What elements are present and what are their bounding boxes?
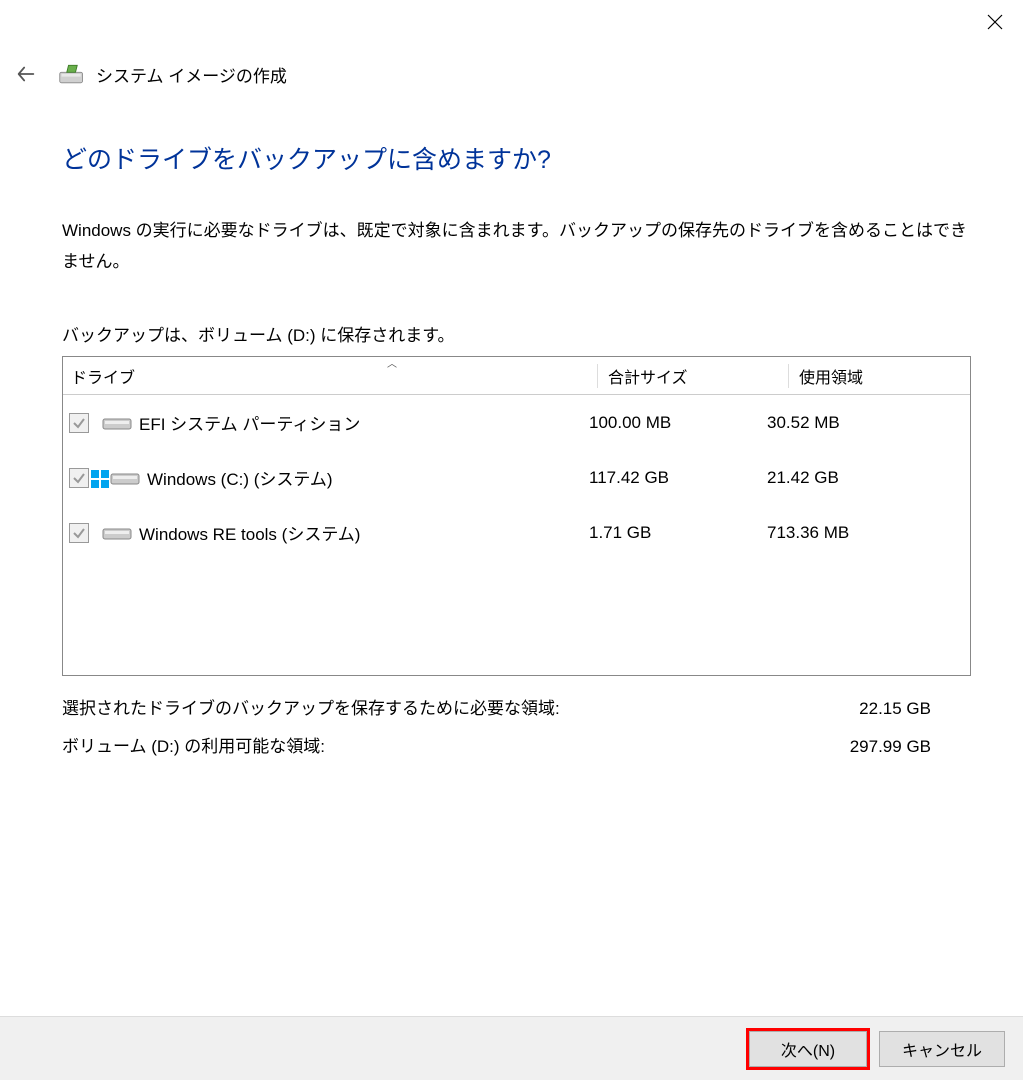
check-icon <box>72 416 86 430</box>
title-wrap: システム イメージの作成 <box>58 60 287 88</box>
back-arrow-icon <box>15 63 37 85</box>
close-button[interactable] <box>985 12 1005 32</box>
checkbox-disabled <box>69 468 89 488</box>
check-icon <box>72 471 86 485</box>
save-location-note: バックアップは、ボリューム (D:) に保存されます。 <box>62 321 971 346</box>
checkbox-disabled <box>69 523 89 543</box>
summary: 選択されたドライブのバックアップを保存するために必要な領域: 22.15 GB … <box>62 690 971 765</box>
drive-name: Windows (C:) (システム) <box>147 465 589 490</box>
next-button[interactable]: 次へ(N) <box>749 1031 867 1067</box>
drive-total: 117.42 GB <box>589 468 767 488</box>
drive-icon-system <box>95 468 147 488</box>
footer: 次へ(N) キャンセル <box>0 1016 1023 1080</box>
description: Windows の実行に必要なドライブは、既定で対象に含まれます。バックアップの… <box>62 216 971 277</box>
header: システム イメージの作成 <box>14 60 287 88</box>
summary-required-value: 22.15 GB <box>859 690 971 727</box>
page-headline: どのドライブをバックアップに含めますか? <box>62 140 971 176</box>
table-header[interactable]: ドライブ ︿ 合計サイズ 使用領域 <box>63 357 970 395</box>
summary-required-label: 選択されたドライブのバックアップを保存するために必要な領域: <box>62 690 560 727</box>
drive-name: EFI システム パーティション <box>139 410 589 435</box>
content: どのドライブをバックアップに含めますか? Windows の実行に必要なドライブ… <box>62 140 971 765</box>
summary-available-label: ボリューム (D:) の利用可能な領域: <box>62 728 325 765</box>
drive-used: 713.36 MB <box>767 523 970 543</box>
drive-total: 100.00 MB <box>589 413 767 433</box>
drive-table: ドライブ ︿ 合計サイズ 使用領域 EFI システム パーティション 100.0… <box>62 356 971 676</box>
drive-name: Windows RE tools (システム) <box>139 520 589 545</box>
table-row[interactable]: Windows (C:) (システム) 117.42 GB 21.42 GB <box>63 450 970 505</box>
windows-logo-icon <box>91 470 109 488</box>
window-title: システム イメージの作成 <box>96 62 287 87</box>
drive-total: 1.71 GB <box>589 523 767 543</box>
check-icon <box>72 526 86 540</box>
summary-required: 選択されたドライブのバックアップを保存するために必要な領域: 22.15 GB <box>62 690 971 727</box>
table-row[interactable]: Windows RE tools (システム) 1.71 GB 713.36 M… <box>63 505 970 560</box>
summary-available: ボリューム (D:) の利用可能な領域: 297.99 GB <box>62 728 971 765</box>
checkbox-disabled <box>69 413 89 433</box>
col-header-drive[interactable]: ドライブ <box>63 364 597 388</box>
close-icon <box>987 14 1003 30</box>
drive-icon <box>95 413 139 433</box>
back-button[interactable] <box>14 62 38 86</box>
drive-icon <box>95 523 139 543</box>
table-row[interactable]: EFI システム パーティション 100.00 MB 30.52 MB <box>63 395 970 450</box>
cancel-button[interactable]: キャンセル <box>879 1031 1005 1067</box>
sort-indicator-icon: ︿ <box>387 356 397 370</box>
system-image-icon <box>58 60 86 88</box>
col-header-total[interactable]: 合計サイズ <box>608 364 788 388</box>
col-header-used[interactable]: 使用領域 <box>799 364 970 388</box>
summary-available-value: 297.99 GB <box>850 728 971 765</box>
drive-used: 30.52 MB <box>767 413 970 433</box>
drive-used: 21.42 GB <box>767 468 970 488</box>
